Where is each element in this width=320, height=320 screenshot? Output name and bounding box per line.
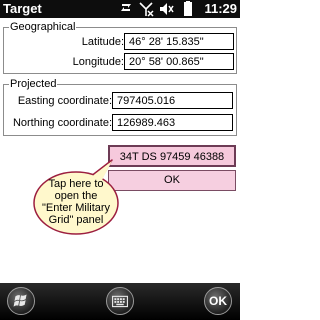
keyboard-icon	[112, 295, 128, 308]
windows-start-button[interactable]	[7, 287, 35, 315]
taskbar: OK	[0, 283, 240, 320]
windows-start-icon	[13, 294, 27, 307]
callout-bubble	[33, 159, 119, 235]
taskbar-ok-button[interactable]: OK	[204, 287, 232, 315]
callout-text: Tap here to open the "Enter Military Gri…	[41, 178, 111, 226]
keyboard-button[interactable]	[106, 287, 134, 315]
